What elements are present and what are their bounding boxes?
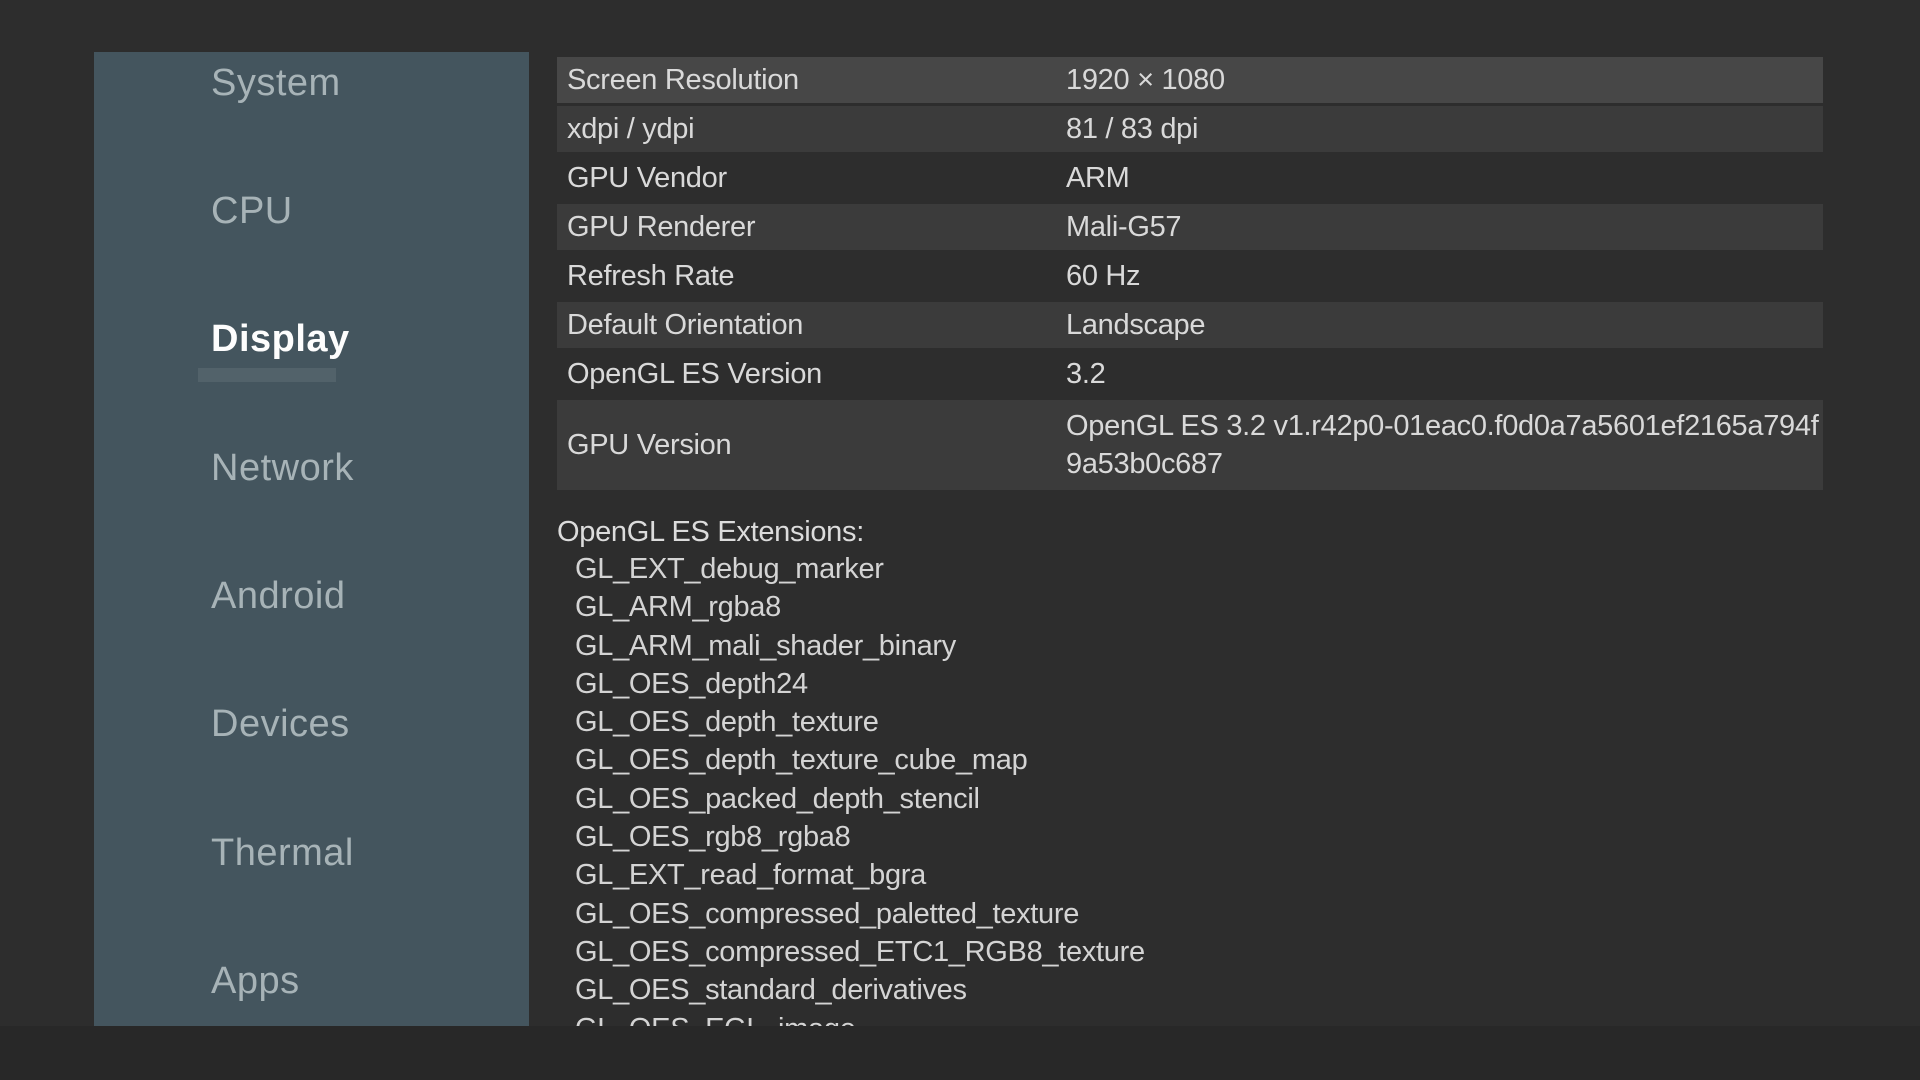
extension-item: GL_OES_depth_texture_cube_map [575,744,1028,777]
extension-item: GL_OES_packed_depth_stencil [575,782,980,815]
info-value: 3.2 [1066,358,1106,390]
sidebar-item-devices[interactable]: Devices [211,700,350,748]
info-row-xdpi-ydpi[interactable]: xdpi / ydpi 81 / 83 dpi [557,106,1823,152]
extension-item: GL_OES_compressed_ETC1_RGB8_texture [575,935,1145,968]
sidebar-item-thermal[interactable]: Thermal [211,829,354,877]
sidebar-item-network[interactable]: Network [211,444,354,492]
info-value: 1920 × 1080 [1066,64,1225,96]
extensions-header: OpenGL ES Extensions: [557,516,864,548]
info-row-gpu-vendor[interactable]: GPU Vendor ARM [557,155,1823,201]
info-value: ARM [1066,162,1130,194]
info-value: Landscape [1066,309,1206,341]
info-label: GPU Renderer [567,210,756,243]
sidebar-item-cpu[interactable]: CPU [211,187,293,235]
info-value: Mali-G57 [1066,211,1182,243]
sidebar-item-apps[interactable]: Apps [211,957,300,1005]
info-row-refresh-rate[interactable]: Refresh Rate 60 Hz [557,253,1823,299]
extension-item: GL_OES_EGL_image [575,1010,1823,1026]
info-value: OpenGL ES 3.2 v1.r42p0-01eac0.f0d0a7a560… [1066,410,1819,480]
info-row-gpu-renderer[interactable]: GPU Renderer Mali-G57 [557,204,1823,250]
info-row-gpu-version[interactable]: GPU Version OpenGL ES 3.2 v1.r42p0-01eac… [557,400,1823,490]
display-info-panel: Screen Resolution 1920 × 1080 xdpi / ydp… [529,52,1920,1026]
extension-item: GL_OES_standard_derivatives [575,974,967,1007]
selected-tab-underline [198,368,336,382]
extension-item: GL_ARM_rgba8 [575,591,781,624]
app-frame: System CPU Display Network Android Devic… [0,52,1920,1026]
info-row-screen-resolution[interactable]: Screen Resolution 1920 × 1080 [557,57,1823,103]
sidebar: System CPU Display Network Android Devic… [94,52,529,1026]
extension-item: GL_OES_depth24 [575,667,808,700]
info-label: Default Orientation [567,308,804,341]
extension-item: GL_OES_rgb8_rgba8 [575,821,851,854]
info-value: 81 / 83 dpi [1066,113,1199,145]
display-info-table: Screen Resolution 1920 × 1080 xdpi / ydp… [557,57,1823,1026]
extension-item: GL_EXT_read_format_bgra [575,859,926,892]
info-label: Refresh Rate [567,259,735,292]
info-label: GPU Version [567,428,732,461]
bottom-margin [0,1026,1920,1080]
info-label: OpenGL ES Version [567,357,822,390]
info-label: xdpi / ydpi [567,112,695,145]
extension-item: GL_ARM_mali_shader_binary [575,629,956,662]
extensions-list: GL_EXT_debug_marker GL_ARM_rgba8 GL_ARM_… [557,550,1823,1026]
extension-item: GL_EXT_debug_marker [575,553,884,585]
info-row-opengl-es-version[interactable]: OpenGL ES Version 3.2 [557,351,1823,397]
sidebar-item-display[interactable]: Display [211,315,350,363]
extension-item: GL_OES_depth_texture [575,706,879,739]
info-label: GPU Vendor [567,161,727,194]
sidebar-item-system[interactable]: System [211,59,341,107]
sidebar-item-android[interactable]: Android [211,572,345,620]
device-info-screen: System CPU Display Network Android Devic… [0,0,1920,1080]
info-label: Screen Resolution [567,63,799,96]
extension-item: GL_OES_compressed_paletted_texture [575,897,1080,930]
info-row-default-orientation[interactable]: Default Orientation Landscape [557,302,1823,348]
info-value: 60 Hz [1066,260,1141,292]
